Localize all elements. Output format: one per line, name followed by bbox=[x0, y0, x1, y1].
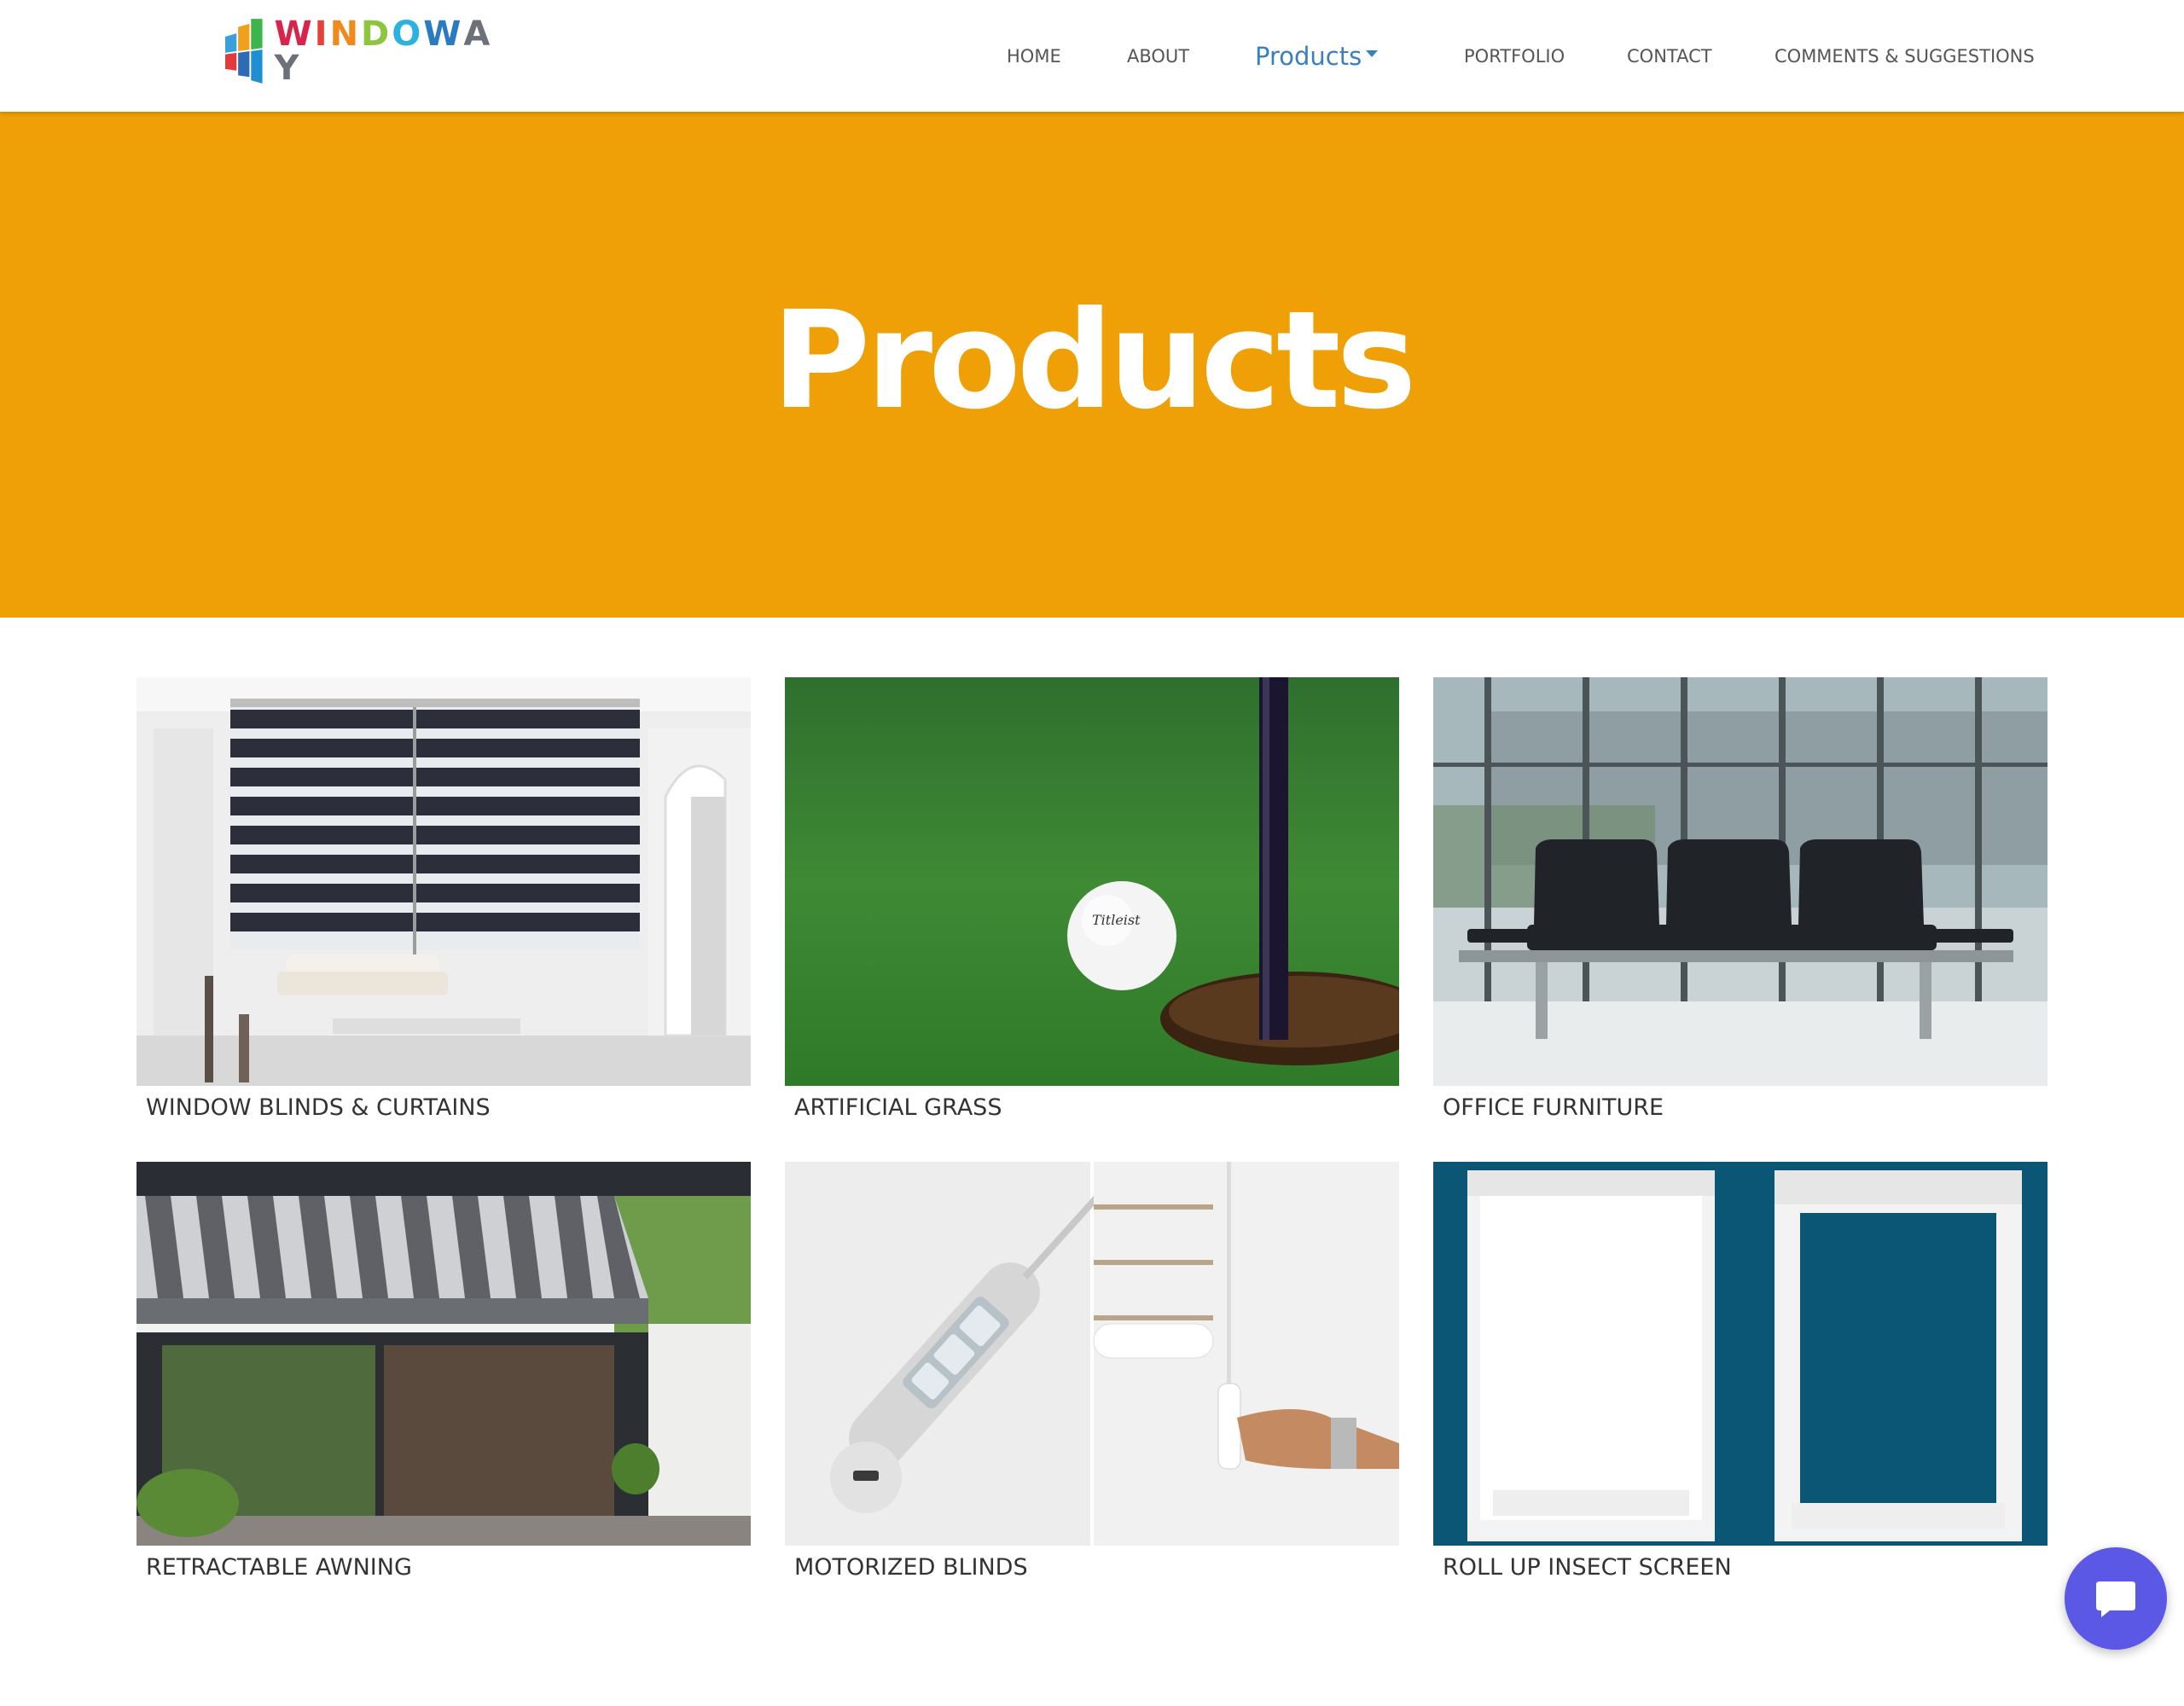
product-label: ROLL UP INSECT SCREEN bbox=[1443, 1554, 1732, 1581]
product-label: RETRACTABLE AWNING bbox=[146, 1554, 412, 1581]
product-label: ARTIFICIAL GRASS bbox=[794, 1094, 1002, 1121]
site-header: WINDOWAY HOME ABOUT Products PORTFOLIO C… bbox=[0, 0, 2184, 112]
product-card-window-blinds[interactable]: WINDOW BLINDS & CURTAINS bbox=[136, 677, 751, 1121]
nav-home[interactable]: HOME bbox=[1007, 0, 1061, 112]
product-image-artificial-grass: Titleist bbox=[785, 677, 1399, 1086]
nav-products-label: Products bbox=[1255, 41, 1362, 71]
main-nav: HOME ABOUT Products PORTFOLIO CONTACT CO… bbox=[0, 0, 2184, 112]
chat-button[interactable] bbox=[2065, 1547, 2167, 1650]
chat-bubble-icon bbox=[2096, 1581, 2135, 1617]
svg-text:Titleist: Titleist bbox=[1092, 912, 1141, 928]
product-card-retractable-awning[interactable]: RETRACTABLE AWNING bbox=[136, 1162, 751, 1581]
product-label: WINDOW BLINDS & CURTAINS bbox=[146, 1094, 491, 1121]
nav-about[interactable]: ABOUT bbox=[1127, 0, 1189, 112]
product-card-office-furniture[interactable]: OFFICE FURNITURE bbox=[1433, 677, 2048, 1121]
product-image-roll-up-insect-screen bbox=[1433, 1162, 2048, 1546]
product-label: MOTORIZED BLINDS bbox=[794, 1554, 1028, 1581]
caret-down-icon bbox=[1366, 49, 1379, 57]
product-image-window-blinds bbox=[136, 677, 751, 1086]
hero-banner: Products bbox=[0, 112, 2184, 618]
product-image-retractable-awning bbox=[136, 1162, 751, 1546]
nav-contact[interactable]: CONTACT bbox=[1627, 0, 1712, 112]
nav-comments-suggestions[interactable]: COMMENTS & SUGGESTIONS bbox=[1774, 0, 2035, 112]
nav-portfolio[interactable]: PORTFOLIO bbox=[1464, 0, 1565, 112]
nav-products[interactable]: Products bbox=[1255, 0, 1379, 112]
product-image-motorized-blinds bbox=[785, 1162, 1399, 1546]
page-title: Products bbox=[771, 281, 1416, 439]
product-card-roll-up-insect-screen[interactable]: ROLL UP INSECT SCREEN bbox=[1433, 1162, 2048, 1581]
product-image-office-furniture bbox=[1433, 677, 2048, 1086]
product-card-artificial-grass[interactable]: Titleist ARTIFICIAL GRASS bbox=[785, 677, 1399, 1121]
product-card-motorized-blinds[interactable]: MOTORIZED BLINDS bbox=[785, 1162, 1399, 1581]
product-label: OFFICE FURNITURE bbox=[1443, 1094, 1664, 1121]
